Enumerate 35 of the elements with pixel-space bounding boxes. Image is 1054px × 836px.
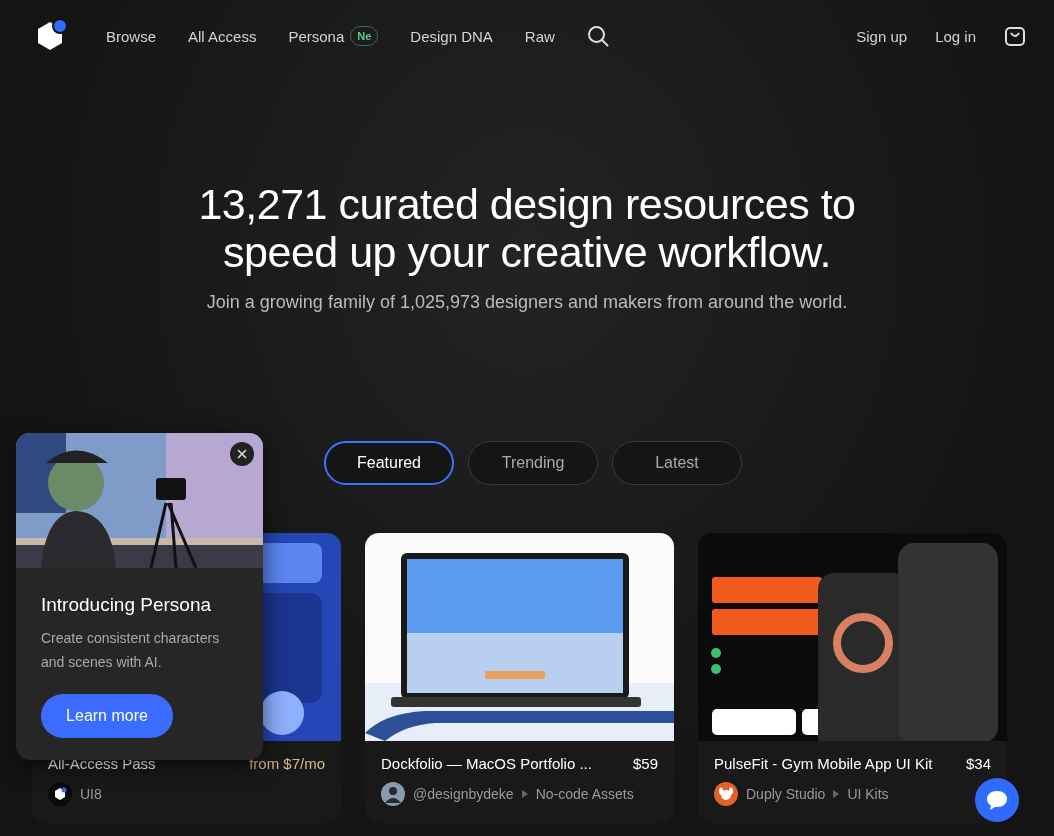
product-card[interactable]: Dockfolio — MacOS Portfolio ... $59 @designbydeke No-code Assets (365, 533, 674, 823)
search-icon[interactable] (586, 25, 609, 47)
dog-avatar-icon (714, 782, 738, 806)
popup-title: Introducing Persona (41, 594, 213, 616)
author-name[interactable]: @designbydeke (413, 786, 514, 802)
category-link[interactable]: UI Kits (847, 786, 889, 802)
popup-text: Create consistent characters and scenes with AI. (41, 629, 221, 672)
chat-icon (985, 789, 1009, 811)
learn-more-button[interactable]: Learn more (41, 694, 173, 738)
nav-link[interactable]: Persona (288, 27, 345, 45)
product-card[interactable]: PulseFit - Gym Mobile App UI Kit $34 Duply Studio UI Kits (698, 533, 1007, 823)
hero-title: 13,271 curated design resources to speed up your creative workflow. (197, 180, 857, 276)
product-title[interactable]: PulseFit - Gym Mobile App UI Kit (714, 755, 933, 772)
nav-link[interactable]: Browse (106, 27, 157, 45)
nav-link[interactable]: All Access (188, 27, 257, 45)
author-name[interactable]: UI8 (80, 786, 102, 802)
product-title[interactable]: Dockfolio — MacOS Portfolio ... (381, 755, 592, 772)
nav-link[interactable]: Design DNA (410, 27, 493, 45)
caret-icon (521, 790, 528, 798)
hero-subtitle: Join a growing family of 1,025,973 designers and makers from around the world. (205, 292, 849, 313)
caret-icon (833, 790, 840, 798)
bag-icon[interactable] (1004, 25, 1026, 47)
price: from $7/mo (249, 755, 325, 772)
author-name[interactable]: Duply Studio (746, 786, 826, 802)
filter-tab[interactable]: Featured (324, 441, 454, 485)
filter-tab[interactable]: Trending (468, 441, 598, 485)
category-link[interactable]: No-code Assets (535, 786, 634, 802)
log-in-link[interactable]: Log in (935, 27, 976, 45)
nav-link[interactable]: Raw (524, 27, 555, 45)
sign-up-link[interactable]: Sign up (856, 27, 908, 45)
avatar-icon (381, 782, 405, 806)
price: $59 (632, 755, 658, 772)
logo-avatar-icon (48, 782, 72, 806)
filter-tab[interactable]: Latest (612, 441, 742, 485)
price: $34 (965, 755, 991, 772)
